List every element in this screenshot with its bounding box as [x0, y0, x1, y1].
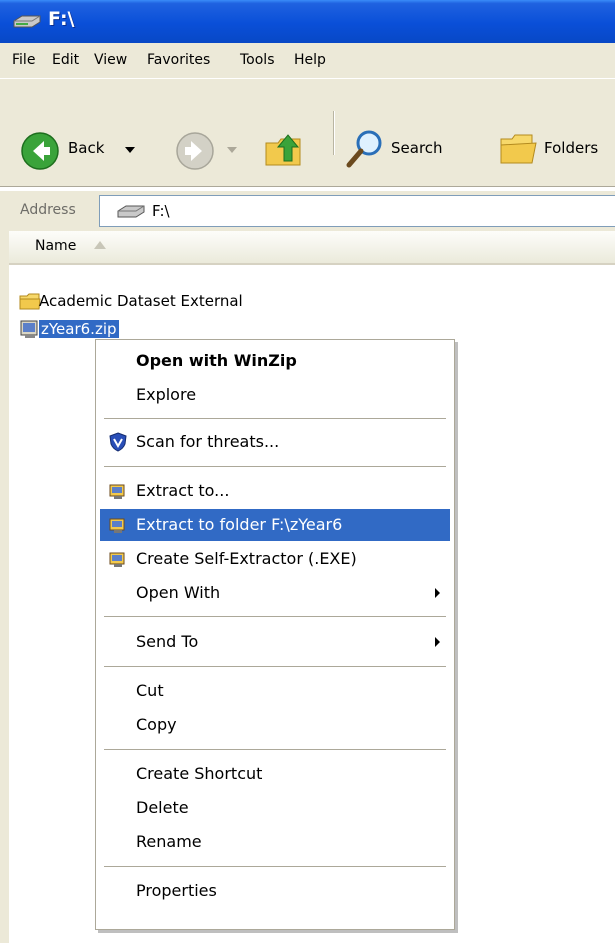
menu-favorites[interactable]: Favorites	[147, 52, 210, 68]
folders-label: Folders	[544, 139, 599, 157]
winzip-icon	[109, 484, 125, 499]
menu-item-label: Extract to...	[136, 481, 230, 500]
folder-icon	[19, 293, 41, 310]
folders-icon	[500, 134, 537, 164]
menu-item-label: Rename	[136, 832, 202, 851]
menu-bar: File Edit View Favorites Tools Help	[0, 43, 615, 79]
menu-item-extract-to-folder[interactable]: Extract to folder F:\zYear6	[100, 509, 450, 541]
up-folder-button[interactable]	[262, 127, 308, 173]
menu-item-create-shortcut[interactable]: Create Shortcut	[100, 758, 450, 790]
menu-item-label: Cut	[136, 681, 164, 700]
address-bar: Address F:\	[0, 190, 615, 232]
winzip-archive-icon	[20, 320, 38, 338]
menu-file[interactable]: File	[12, 52, 35, 68]
drive-icon	[13, 15, 41, 28]
back-dropdown-icon[interactable]	[125, 147, 135, 155]
menu-help[interactable]: Help	[294, 52, 326, 68]
menu-item-label: Copy	[136, 715, 177, 734]
folders-button[interactable]: Folders	[498, 129, 615, 173]
back-label: Back	[68, 139, 105, 157]
menu-item-open-with[interactable]: Open With	[100, 577, 450, 609]
menu-edit[interactable]: Edit	[52, 52, 79, 68]
menu-item-label: Send To	[136, 632, 199, 651]
winzip-icon	[109, 552, 125, 567]
menu-item-explore[interactable]: Explore	[100, 379, 450, 411]
back-arrow-icon	[21, 132, 59, 170]
forward-dropdown-icon[interactable]	[227, 147, 237, 155]
menu-item-send-to[interactable]: Send To	[100, 626, 450, 658]
menu-item-label: Open with WinZip	[136, 351, 297, 370]
menu-item-copy[interactable]: Copy	[100, 709, 450, 741]
menu-item-open-with-winzip[interactable]: Open with WinZip	[100, 345, 450, 377]
menu-item-extract-to[interactable]: Extract to...	[100, 475, 450, 507]
menu-item-label: Scan for threats...	[136, 432, 280, 451]
file-name: Academic Dataset External	[39, 292, 243, 310]
toolbar: Back Search Folders	[0, 79, 615, 187]
menu-item-cut[interactable]: Cut	[100, 675, 450, 707]
window-title: F:\	[48, 8, 75, 30]
sort-ascending-icon	[94, 241, 106, 249]
column-name-label: Name	[35, 238, 77, 254]
forward-button[interactable]	[175, 129, 245, 173]
menu-item-rename[interactable]: Rename	[100, 826, 450, 858]
search-label: Search	[391, 139, 443, 157]
address-input[interactable]: F:\	[99, 195, 615, 227]
menu-item-scan-for-threats[interactable]: Scan for threats...	[100, 426, 450, 458]
address-value: F:\	[152, 202, 170, 220]
up-folder-icon	[265, 134, 301, 166]
submenu-arrow-icon	[435, 588, 440, 598]
column-header-name[interactable]: Name	[9, 231, 615, 265]
address-label: Address	[20, 202, 76, 218]
menu-view[interactable]: View	[94, 52, 127, 68]
file-name: zYear6.zip	[39, 320, 119, 338]
menu-item-create-self-extractor[interactable]: Create Self-Extractor (.EXE)	[100, 543, 450, 575]
menu-item-label: Explore	[136, 385, 197, 404]
menu-item-label: Create Self-Extractor (.EXE)	[136, 549, 357, 568]
menu-item-label: Delete	[136, 798, 189, 817]
menu-item-label: Properties	[136, 881, 217, 900]
shield-icon	[109, 432, 127, 452]
menu-item-delete[interactable]: Delete	[100, 792, 450, 824]
search-button[interactable]: Search	[345, 129, 475, 173]
menu-item-label: Extract to folder F:\zYear6	[136, 515, 343, 534]
submenu-arrow-icon	[435, 637, 440, 647]
title-bar: F:\	[0, 0, 615, 43]
forward-arrow-icon	[176, 132, 214, 170]
menu-tools[interactable]: Tools	[240, 52, 275, 68]
menu-item-label: Create Shortcut	[136, 764, 263, 783]
drive-icon	[117, 205, 145, 218]
search-magnifier-icon	[346, 130, 382, 168]
list-item[interactable]: Academic Dataset External	[19, 290, 319, 314]
winzip-icon	[109, 518, 125, 533]
menu-item-label: Open With	[136, 583, 221, 602]
context-menu: Open with WinZip Explore Scan for threat…	[95, 339, 455, 930]
menu-item-properties[interactable]: Properties	[100, 875, 450, 907]
back-button[interactable]: Back	[20, 129, 150, 173]
